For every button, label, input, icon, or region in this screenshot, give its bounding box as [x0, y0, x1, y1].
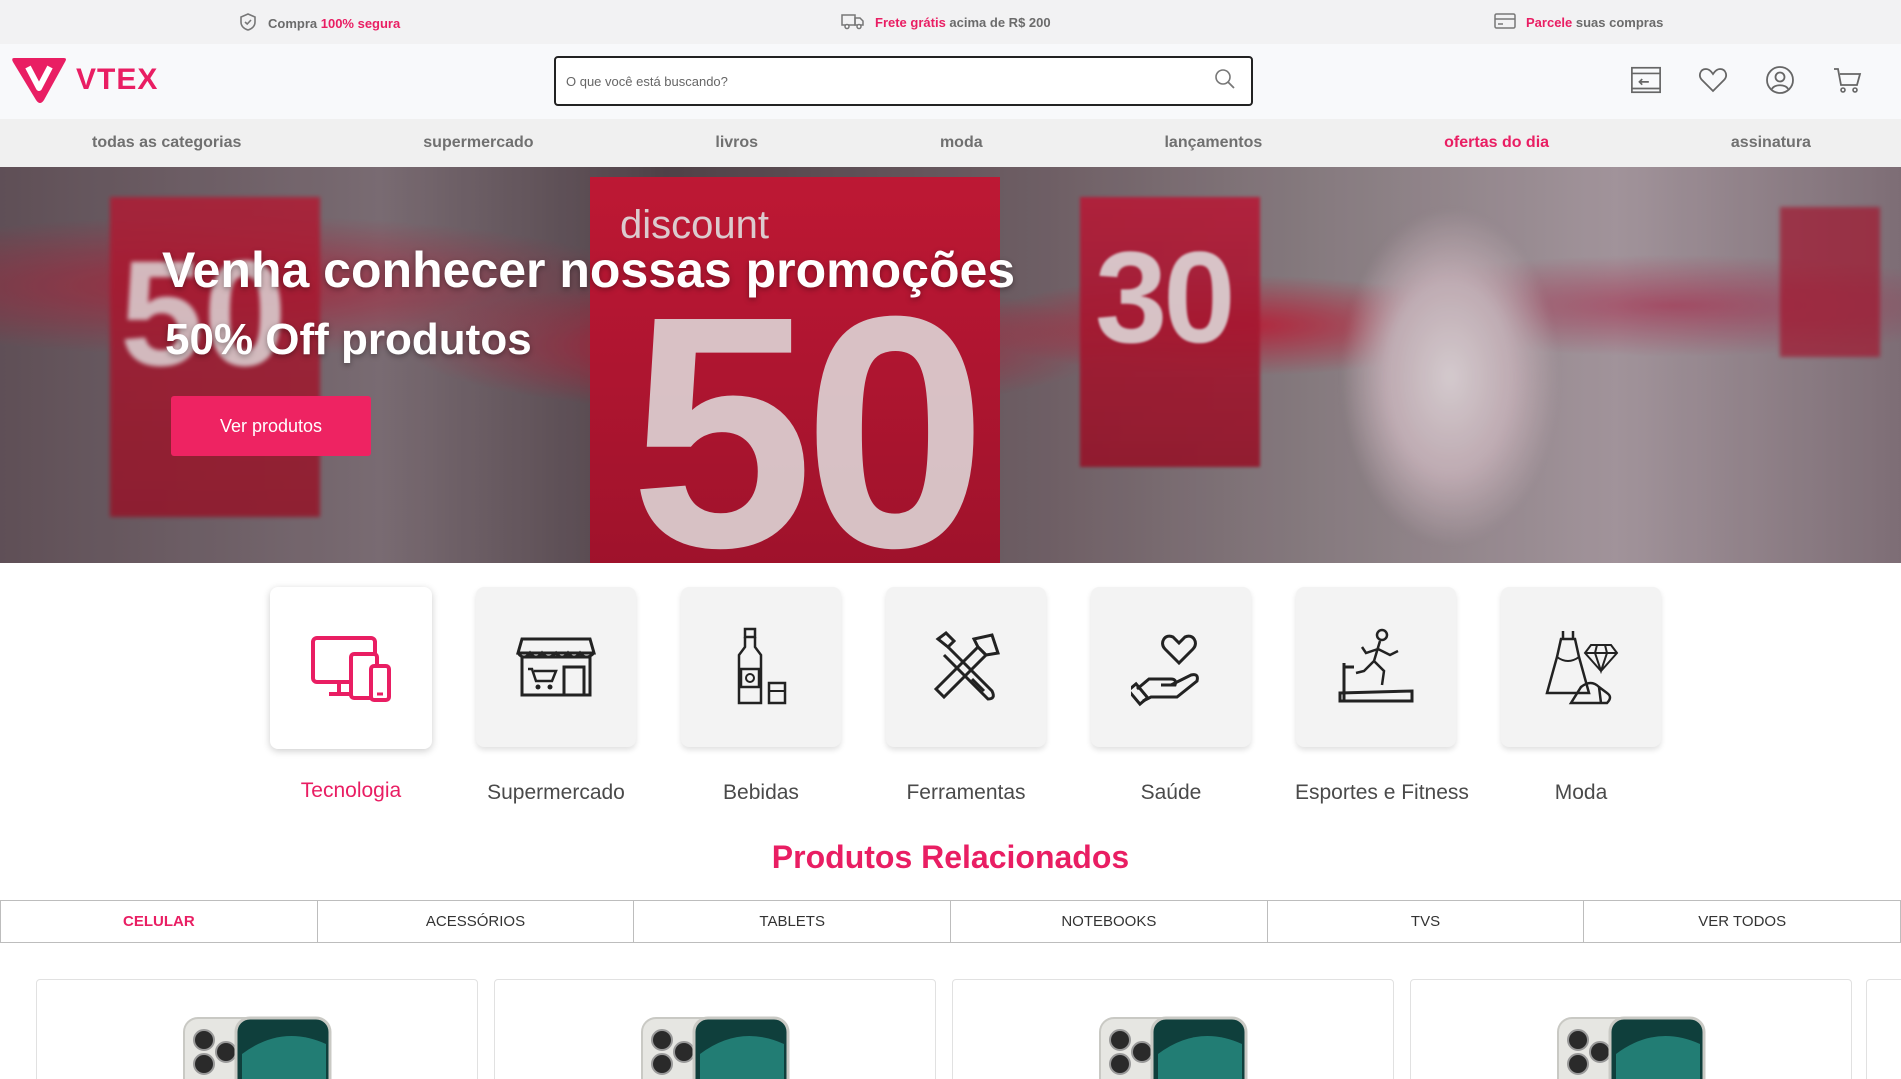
- heart-icon[interactable]: [1697, 64, 1729, 96]
- nav-item-books[interactable]: livros: [715, 134, 758, 152]
- truck-icon: [841, 12, 865, 33]
- main-navigation: todas as categorias supermercado livros …: [0, 119, 1901, 167]
- secure-prefix: Compra: [268, 16, 321, 31]
- credit-card-icon: [1494, 12, 1516, 33]
- product-image: [183, 1016, 332, 1079]
- product-card[interactable]: [1866, 979, 1901, 1079]
- hero-title: Venha conhecer nossas promoções: [162, 242, 1016, 298]
- search-bar: [554, 56, 1253, 106]
- category-drinks[interactable]: Bebidas: [680, 587, 842, 805]
- vtex-logo[interactable]: VTEX: [10, 54, 158, 106]
- tab-notebooks[interactable]: NOTEBOOKS: [950, 900, 1268, 943]
- category-sports-fitness[interactable]: Esportes e Fitness: [1295, 587, 1469, 805]
- user-account-icon[interactable]: [1764, 64, 1796, 96]
- category-health[interactable]: Saúde: [1090, 587, 1252, 805]
- shipping-highlight: Frete grátis: [875, 15, 946, 30]
- hero-subtitle: 50% Off produtos: [165, 315, 532, 364]
- search-icon[interactable]: [1213, 67, 1237, 96]
- category-tile[interactable]: [886, 587, 1046, 747]
- hero-banner: 50 discount 50 30 Venha conhecer nossas …: [0, 167, 1901, 563]
- secure-highlight: 100% segura: [320, 16, 401, 31]
- category-tile[interactable]: [270, 587, 432, 749]
- header: VTEX: [0, 44, 1901, 119]
- product-card[interactable]: [494, 979, 936, 1079]
- category-technology[interactable]: Tecnologia: [270, 587, 432, 803]
- store-icon: [516, 637, 596, 697]
- header-actions: [1630, 64, 1863, 96]
- nav-item-supermarket[interactable]: supermercado: [423, 134, 533, 152]
- tab-mobile[interactable]: CELULAR: [0, 900, 318, 943]
- top-info-bar: Compra 100% segura Frete grátis acima de…: [0, 0, 1901, 44]
- category-tile[interactable]: [1091, 587, 1251, 747]
- health-icon: [1131, 634, 1199, 707]
- nav-item-fashion[interactable]: moda: [940, 134, 983, 152]
- cart-icon[interactable]: [1831, 64, 1863, 96]
- category-label: Esportes e Fitness: [1295, 781, 1469, 804]
- tab-accessories[interactable]: ACESSÓRIOS: [316, 900, 635, 943]
- product-card[interactable]: [36, 979, 478, 1079]
- store-switch-icon[interactable]: [1630, 64, 1662, 96]
- hero-overlay: [0, 167, 1901, 563]
- product-tabs: CELULAR ACESSÓRIOS TABLETS NOTEBOOKS TVS…: [0, 900, 1901, 943]
- category-tile[interactable]: [1501, 587, 1661, 747]
- devices-icon: [311, 636, 391, 702]
- secure-purchase-info: Compra 100% segura: [238, 12, 400, 35]
- tab-tablets[interactable]: TABLETS: [633, 900, 952, 943]
- tab-view-all[interactable]: VER TODOS: [1583, 900, 1901, 943]
- nav-item-releases[interactable]: lançamentos: [1164, 134, 1262, 152]
- product-carousel: [0, 979, 1901, 1079]
- category-tile[interactable]: [476, 587, 636, 747]
- category-tile[interactable]: [681, 587, 841, 747]
- shipping-suffix: acima de R$ 200: [945, 15, 1051, 30]
- product-image: [1557, 1016, 1706, 1079]
- related-products-title: Produtos Relacionados: [771, 839, 1130, 875]
- product-image: [641, 1016, 790, 1079]
- search-input[interactable]: [566, 73, 1213, 89]
- category-fashion[interactable]: Moda: [1500, 587, 1662, 805]
- dress-icon: [1545, 631, 1619, 705]
- treadmill-icon: [1338, 628, 1414, 703]
- product-image: [1099, 1016, 1248, 1079]
- installment-suffix: suas compras: [1572, 15, 1664, 30]
- category-label: Supermercado: [487, 781, 625, 804]
- tools-icon: [933, 631, 1000, 701]
- tab-tvs[interactable]: TVS: [1266, 900, 1585, 943]
- product-card[interactable]: [952, 979, 1394, 1079]
- bottle-icon: [737, 627, 787, 705]
- logo-text: VTEX: [76, 63, 159, 96]
- category-label: Saúde: [1140, 781, 1202, 804]
- category-label: Bebidas: [723, 781, 799, 804]
- category-label: Ferramentas: [906, 781, 1026, 804]
- category-tile[interactable]: [1296, 587, 1456, 747]
- free-shipping-info: Frete grátis acima de R$ 200: [841, 12, 1051, 33]
- shield-check-icon: [238, 12, 258, 35]
- product-card[interactable]: [1410, 979, 1852, 1079]
- nav-item-all-categories[interactable]: todas as categorias: [92, 134, 241, 152]
- vtex-logo-icon: [12, 58, 66, 103]
- category-supermarket[interactable]: Supermercado: [475, 587, 637, 805]
- category-section: Tecnologia Supermercado Bebidas Ferramen…: [0, 563, 1901, 875]
- installment-highlight: Parcele: [1526, 15, 1573, 30]
- nav-item-subscription[interactable]: assinatura: [1731, 134, 1811, 152]
- category-tools[interactable]: Ferramentas: [885, 587, 1047, 805]
- installment-info: Parcele suas compras: [1494, 12, 1663, 33]
- category-label: Moda: [1554, 781, 1608, 804]
- view-products-button[interactable]: Ver produtos: [171, 396, 371, 456]
- category-label: Tecnologia: [300, 779, 402, 802]
- nav-item-daily-offers[interactable]: ofertas do dia: [1444, 134, 1549, 152]
